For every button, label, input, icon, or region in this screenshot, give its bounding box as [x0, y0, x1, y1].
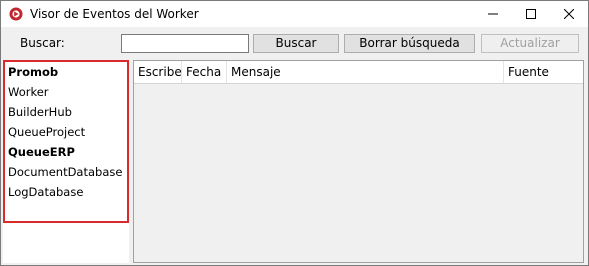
- close-icon: [564, 9, 574, 19]
- maximize-icon: [526, 9, 536, 19]
- worker-event-viewer-window: Visor de Eventos del Worker Buscar: Busc…: [0, 0, 589, 266]
- minimize-button[interactable]: [474, 1, 512, 27]
- column-header-mensaje[interactable]: Mensaje: [227, 61, 504, 83]
- tree-item-promob[interactable]: Promob: [8, 65, 58, 79]
- column-header-fecha[interactable]: Fecha: [182, 61, 227, 83]
- window-title: Visor de Eventos del Worker: [30, 7, 199, 21]
- app-logo-icon: [9, 7, 23, 21]
- clear-search-button[interactable]: Borrar búsqueda: [344, 34, 475, 53]
- search-input[interactable]: [121, 34, 249, 53]
- tree-item-builderhub[interactable]: BuilderHub: [8, 105, 72, 119]
- search-button[interactable]: Buscar: [253, 34, 339, 53]
- source-tree-panel[interactable]: Promob Worker BuilderHub QueueProject Qu…: [3, 60, 129, 263]
- search-toolbar: Buscar: Buscar Borrar búsqueda Actualiza…: [1, 27, 588, 60]
- column-header-escribe[interactable]: Escribe: [134, 61, 182, 83]
- tree-item-queueproject[interactable]: QueueProject: [8, 125, 85, 139]
- title-bar[interactable]: Visor de Eventos del Worker: [1, 1, 588, 27]
- column-header-fuente[interactable]: Fuente: [504, 61, 583, 83]
- tree-item-queueerp[interactable]: QueueERP: [8, 145, 75, 159]
- events-grid[interactable]: Escribe Fecha Mensaje Fuente: [133, 60, 584, 263]
- tree-item-logdatabase[interactable]: LogDatabase: [8, 185, 83, 199]
- minimize-icon: [488, 13, 498, 15]
- grid-header: Escribe Fecha Mensaje Fuente: [134, 61, 583, 84]
- refresh-button[interactable]: Actualizar: [481, 34, 579, 53]
- search-label: Buscar:: [20, 36, 65, 50]
- maximize-button[interactable]: [512, 1, 550, 27]
- close-button[interactable]: [550, 1, 588, 27]
- tree-item-worker[interactable]: Worker: [8, 85, 49, 99]
- tree-item-documentdatabase[interactable]: DocumentDatabase: [8, 165, 122, 179]
